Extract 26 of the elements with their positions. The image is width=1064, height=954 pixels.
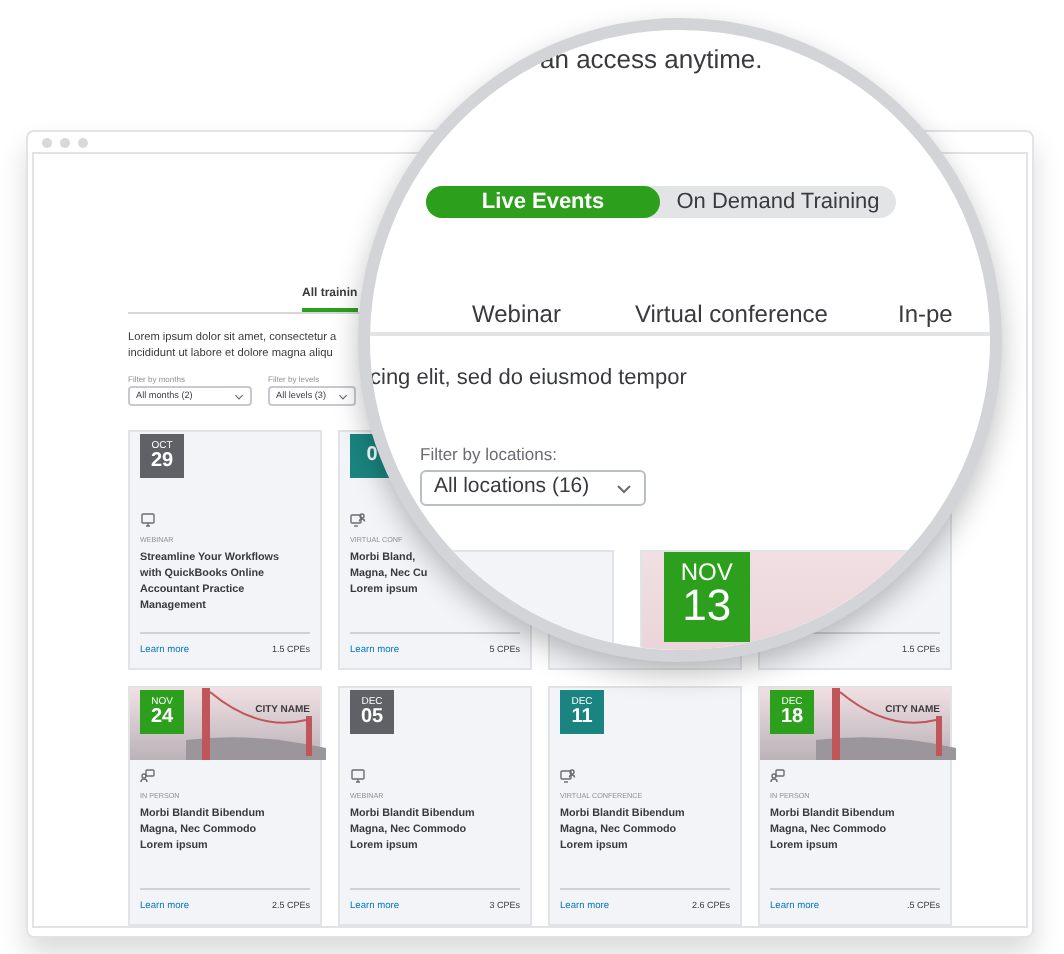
type-tab[interactable]: In-pe bbox=[897, 296, 953, 332]
monitor-icon bbox=[350, 768, 366, 784]
date-day: 05 bbox=[360, 707, 384, 727]
toggle-option[interactable]: On Demand Training bbox=[660, 185, 896, 218]
chevron-down-icon bbox=[234, 393, 244, 399]
date-day: 29 bbox=[150, 451, 174, 471]
intro-text: cing elit, sed do eiusmod tempor bbox=[370, 364, 689, 394]
filter-label: Filter by locations: bbox=[420, 441, 559, 467]
monitor-icon bbox=[140, 512, 156, 528]
people-icon bbox=[140, 768, 156, 784]
people-icon bbox=[770, 768, 786, 784]
date-day: 13 bbox=[682, 584, 732, 628]
location-select[interactable]: All locations (16) bbox=[420, 470, 646, 506]
type-tab[interactable]: Webinar bbox=[472, 296, 561, 332]
date-day: 0 bbox=[366, 446, 378, 466]
chevron-down-icon bbox=[338, 393, 348, 399]
bridge-drawing bbox=[816, 688, 956, 760]
type-tab[interactable]: Virtual conference bbox=[634, 296, 828, 332]
date-day: 24 bbox=[150, 707, 174, 727]
date-month: NOV bbox=[680, 560, 733, 584]
monitor-person-icon bbox=[560, 768, 576, 784]
bridge-drawing bbox=[186, 688, 326, 760]
date-day: 11 bbox=[571, 707, 593, 727]
monitor-person-icon bbox=[350, 512, 366, 528]
chevron-down-icon bbox=[616, 483, 632, 494]
date-day: 18 bbox=[780, 707, 804, 727]
